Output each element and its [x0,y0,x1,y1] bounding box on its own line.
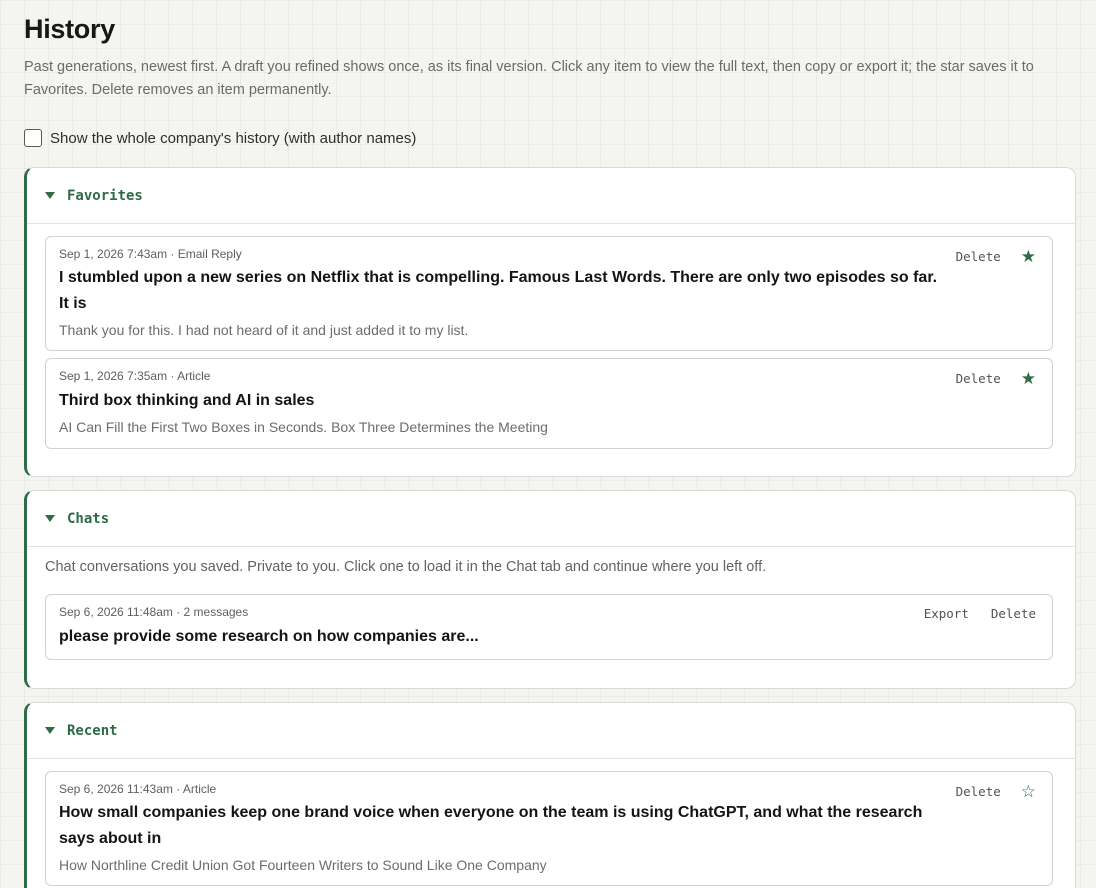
item-actions: Delete ★ [956,248,1036,265]
delete-button[interactable]: Delete [956,249,1001,264]
item-meta: Sep 6, 2026 11:43am · Article [59,782,217,796]
favorites-header[interactable]: Favorites [27,168,1075,224]
chats-label: Chats [67,510,110,527]
item-title: please provide some research on how comp… [59,628,479,645]
item-snippet: Thank you for this. I had not heard of i… [59,322,469,338]
chat-item[interactable]: Sep 6, 2026 11:48am · 2 messages please … [45,594,1053,660]
item-snippet: AI Can Fill the First Two Boxes in Secon… [59,419,548,435]
recent-item[interactable]: Sep 6, 2026 11:43am · Article How small … [45,771,1053,886]
favorite-item[interactable]: Sep 1, 2026 7:43am · Email Reply I stumb… [45,236,1053,351]
delete-button[interactable]: Delete [991,606,1036,621]
favorite-item[interactable]: Sep 1, 2026 7:35am · Article Third box t… [45,358,1053,449]
company-history-checkbox[interactable] [24,129,42,147]
favorites-label: Favorites [67,187,143,204]
caret-down-icon [45,727,55,734]
item-title: I stumbled upon a new series on Netflix … [59,269,938,312]
page-title: History [24,14,115,44]
delete-button[interactable]: Delete [956,784,1001,799]
recent-label: Recent [67,722,118,739]
star-filled-icon[interactable]: ★ [1021,248,1036,265]
recent-section: Recent Sep 6, 2026 11:43am · Article How… [24,702,1076,888]
item-actions: Delete ★ [956,370,1036,387]
item-meta: Sep 6, 2026 11:48am · 2 messages [59,605,249,619]
item-actions: Export Delete [924,606,1036,621]
delete-button[interactable]: Delete [956,371,1001,386]
star-outline-icon[interactable]: ☆ [1021,783,1036,800]
chats-section: Chats Chat conversations you saved. Priv… [24,490,1076,689]
item-actions: Delete ☆ [956,783,1036,800]
favorites-section: Favorites Sep 1, 2026 7:43am · Email Rep… [24,167,1076,477]
company-history-toggle[interactable]: Show the whole company's history (with a… [24,127,416,149]
star-filled-icon[interactable]: ★ [1021,370,1036,387]
company-history-label: Show the whole company's history (with a… [50,129,417,147]
chats-header[interactable]: Chats [27,491,1075,547]
caret-down-icon [45,515,55,522]
item-title: Third box thinking and AI in sales [59,392,315,409]
item-meta: Sep 1, 2026 7:35am · Article [59,369,211,383]
export-button[interactable]: Export [924,606,969,621]
item-title: How small companies keep one brand voice… [59,804,923,847]
item-snippet: How Northline Credit Union Got Fourteen … [59,857,547,873]
chats-description: Chat conversations you saved. Private to… [45,559,767,575]
item-meta: Sep 1, 2026 7:43am · Email Reply [59,247,242,261]
page-intro: Past generations, newest first. A draft … [24,59,1034,98]
recent-header[interactable]: Recent [27,703,1075,759]
caret-down-icon [45,192,55,199]
